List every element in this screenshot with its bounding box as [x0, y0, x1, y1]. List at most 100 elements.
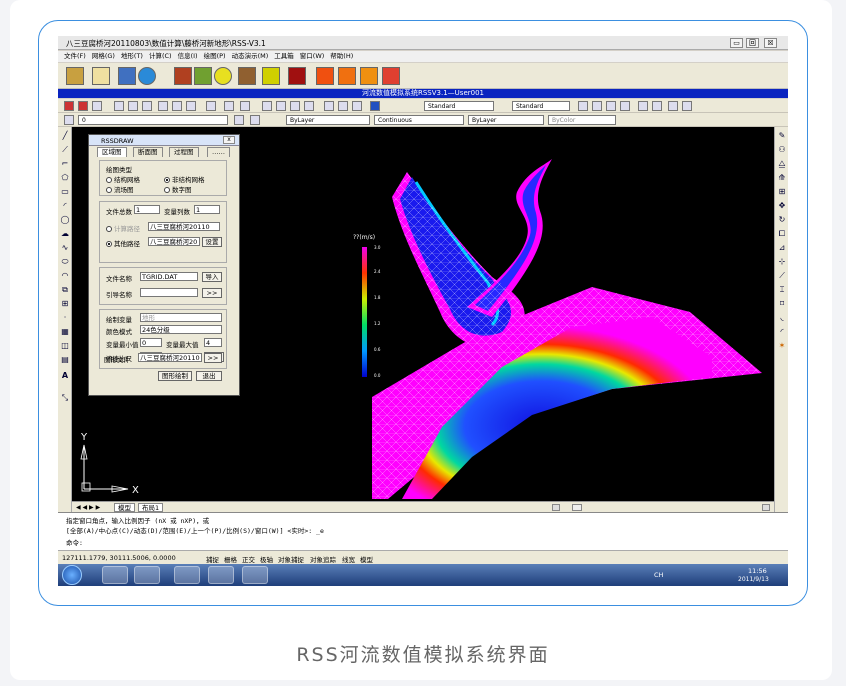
- tab-nav-arrows[interactable]: ◀ ◀ ▶ ▶: [76, 504, 100, 511]
- offset-icon[interactable]: ⟰: [777, 173, 787, 183]
- zoom-scale-icon[interactable]: [638, 101, 648, 111]
- hscroll-thumb[interactable]: [572, 504, 582, 511]
- tab-process[interactable]: 过程图: [169, 147, 199, 157]
- cad-new-icon[interactable]: [64, 101, 74, 111]
- menu-file[interactable]: 文件(F): [64, 51, 86, 62]
- rectangle-icon[interactable]: ▭: [60, 187, 70, 197]
- tab-layout1[interactable]: 布局1: [138, 503, 164, 512]
- line-icon[interactable]: ╱: [60, 131, 70, 141]
- help-icon[interactable]: [370, 101, 380, 111]
- preview-icon[interactable]: [128, 101, 138, 111]
- start-button[interactable]: [62, 565, 82, 585]
- zoom-realtime-icon[interactable]: [276, 101, 286, 111]
- redo-icon[interactable]: [240, 101, 250, 111]
- clock-time[interactable]: 11:56: [748, 567, 767, 575]
- var-min-input[interactable]: 0: [140, 338, 162, 347]
- table-icon[interactable]: ▤: [60, 355, 70, 365]
- dim-style-select[interactable]: Standard: [512, 101, 570, 111]
- word-taskbar-icon[interactable]: [208, 566, 234, 584]
- measure-icon[interactable]: ⤡: [60, 393, 70, 403]
- text-style-select[interactable]: Standard: [424, 101, 494, 111]
- construction-line-icon[interactable]: ⟋: [60, 145, 70, 155]
- region-icon[interactable]: ◫: [60, 341, 70, 351]
- zoom-previous-icon[interactable]: [304, 101, 314, 111]
- spline-icon[interactable]: ∿: [60, 243, 70, 253]
- move-icon[interactable]: ✥: [777, 201, 787, 211]
- rotate-icon[interactable]: ↻: [777, 215, 787, 225]
- color-mode-select[interactable]: 24色分级: [140, 325, 222, 334]
- radio-flowfield[interactable]: 流场图: [106, 184, 134, 194]
- properties-icon[interactable]: [324, 101, 334, 111]
- menu-window[interactable]: 窗口(W): [300, 51, 325, 62]
- menu-terrain[interactable]: 地形(T): [121, 51, 143, 62]
- insert-block-icon[interactable]: ⧉: [60, 285, 70, 295]
- layer-manager-icon[interactable]: [64, 115, 74, 125]
- explode-icon[interactable]: ✶: [777, 341, 787, 351]
- osnap-toggle[interactable]: 对象捕捉: [278, 554, 304, 564]
- terrain-icon[interactable]: [174, 67, 192, 85]
- make-block-icon[interactable]: ⊞: [60, 299, 70, 309]
- copy-icon[interactable]: [172, 101, 182, 111]
- zoom-extents-icon[interactable]: [620, 101, 630, 111]
- plot-2d-icon[interactable]: [338, 67, 356, 85]
- fillet-icon[interactable]: ◟: [777, 313, 787, 323]
- extend-icon[interactable]: ⟋: [777, 271, 787, 281]
- cad-save-icon[interactable]: [92, 101, 102, 111]
- radio-structured[interactable]: 结构网格: [106, 174, 140, 184]
- menu-plot[interactable]: 绘图(P): [204, 51, 226, 62]
- rss-taskbar-icon[interactable]: [242, 566, 268, 584]
- circle-icon[interactable]: ◯: [60, 215, 70, 225]
- contour-icon[interactable]: [194, 67, 212, 85]
- publish-icon[interactable]: [142, 101, 152, 111]
- plot-1d-icon[interactable]: [316, 67, 334, 85]
- make-current-icon[interactable]: [234, 115, 244, 125]
- linetype-select[interactable]: Continuous: [374, 115, 464, 125]
- hatch-icon[interactable]: ▦: [60, 327, 70, 337]
- color-fill-icon[interactable]: [262, 67, 280, 85]
- minimize-button[interactable]: ▭: [730, 38, 743, 48]
- explorer-taskbar-icon[interactable]: [134, 566, 160, 584]
- mirror-icon[interactable]: ⧋: [777, 159, 787, 169]
- undo-icon[interactable]: [224, 101, 234, 111]
- command-window[interactable]: 指定窗口角点，输入比例因子 (nX 或 nXP)，或 [全部(A)/中心点(C)…: [58, 512, 788, 550]
- trim-icon[interactable]: ⊹: [777, 257, 787, 267]
- globe-icon[interactable]: [138, 67, 156, 85]
- stretch-icon[interactable]: ⊿: [777, 243, 787, 253]
- fillet2-icon[interactable]: ◜: [777, 327, 787, 337]
- lineweight-select[interactable]: ByLayer: [468, 115, 544, 125]
- image-file-browse-button[interactable]: >>: [204, 353, 222, 363]
- dialog-close-icon[interactable]: x: [223, 136, 235, 144]
- design-center-icon[interactable]: [338, 101, 348, 111]
- otrack-toggle[interactable]: 对象追踪: [310, 554, 336, 564]
- tab-more[interactable]: ……: [207, 147, 230, 157]
- match-prop-icon[interactable]: [206, 101, 216, 111]
- pan-icon[interactable]: [262, 101, 272, 111]
- radio-calc-path[interactable]: 计算路径: [106, 223, 140, 233]
- filename-select[interactable]: TGRID.DAT: [140, 272, 198, 281]
- tab-section[interactable]: 断面图: [133, 147, 163, 157]
- layer-previous-icon[interactable]: [250, 115, 260, 125]
- menu-toolbox[interactable]: 工具箱: [274, 51, 294, 62]
- ellipse-icon[interactable]: ⬭: [60, 257, 70, 267]
- radio-other-path[interactable]: 其他路径: [106, 238, 140, 248]
- polyline-icon[interactable]: ⌐: [60, 159, 70, 169]
- import-button[interactable]: 导入: [202, 272, 222, 282]
- print-icon[interactable]: [114, 101, 124, 111]
- ime-indicator[interactable]: CH: [654, 571, 663, 579]
- revcloud-icon[interactable]: ☁: [60, 229, 70, 239]
- plot-grid-icon[interactable]: [382, 67, 400, 85]
- notebook-icon[interactable]: [92, 67, 110, 85]
- paste-icon[interactable]: [186, 101, 196, 111]
- snap-toggle[interactable]: 捕捉: [206, 554, 219, 564]
- break-icon[interactable]: ⌶: [777, 285, 787, 295]
- clock-date[interactable]: 2011/9/13: [738, 576, 769, 583]
- zoom-out-icon[interactable]: [592, 101, 602, 111]
- search-icon[interactable]: [214, 67, 232, 85]
- menu-grid[interactable]: 网格(G): [92, 51, 115, 62]
- tab-region[interactable]: 区域图: [97, 147, 127, 157]
- scale-icon[interactable]: ⧠: [777, 229, 787, 239]
- model-toggle[interactable]: 模型: [360, 554, 373, 564]
- menu-info[interactable]: 信息(I): [178, 51, 198, 62]
- file-total-input[interactable]: 1: [134, 205, 160, 214]
- guide-input[interactable]: [140, 288, 198, 297]
